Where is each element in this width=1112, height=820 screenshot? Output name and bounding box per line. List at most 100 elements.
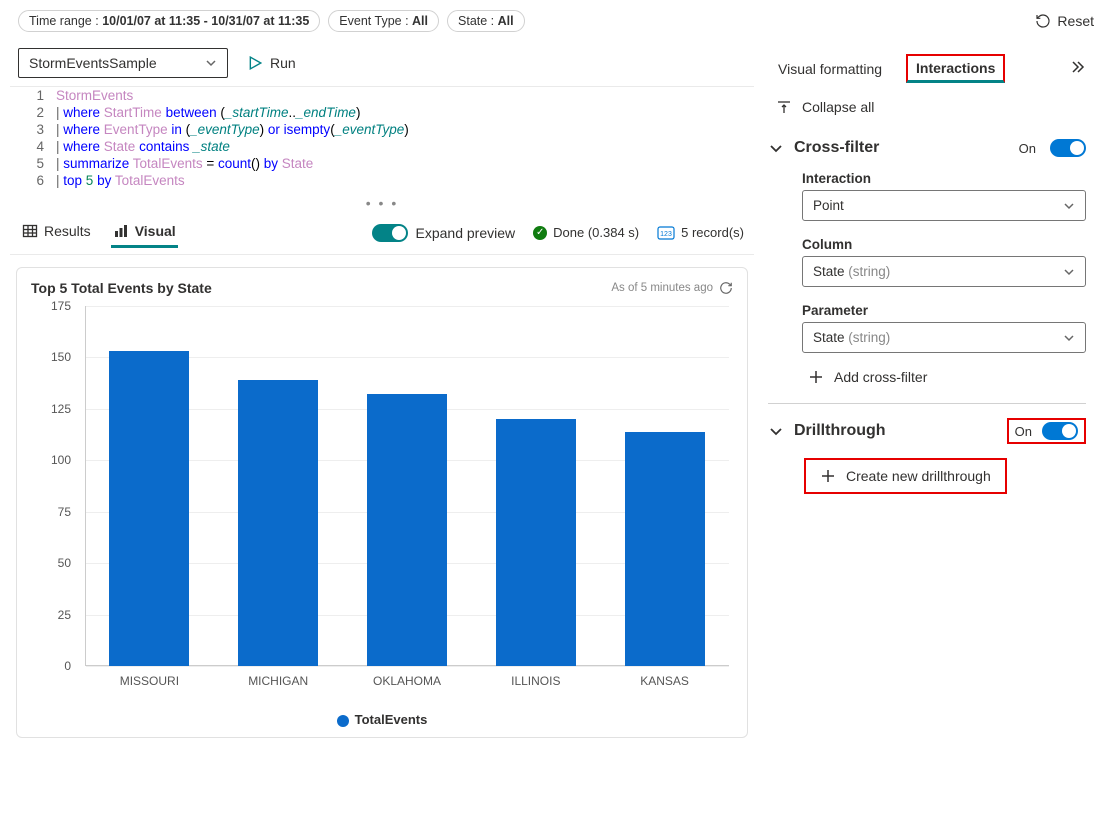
y-tick-label: 175	[51, 299, 71, 313]
records-icon: 123	[657, 226, 675, 240]
collapse-all-label: Collapse all	[802, 99, 874, 115]
time-range-filter[interactable]: Time range : 10/01/07 at 11:35 - 10/31/0…	[18, 10, 320, 32]
event-type-filter[interactable]: Event Type : All	[328, 10, 439, 32]
chart-bar[interactable]	[367, 394, 447, 666]
expand-preview-toggle[interactable]	[372, 224, 408, 242]
divider	[768, 403, 1086, 404]
legend-label: TotalEvents	[355, 712, 428, 727]
chart-bar[interactable]	[109, 351, 189, 666]
chart-bars	[85, 306, 729, 666]
chevron-down-icon	[1063, 266, 1075, 278]
chart-card: Top 5 Total Events by State As of 5 minu…	[16, 267, 748, 738]
resize-handle[interactable]: • • •	[10, 189, 754, 213]
chart-bar[interactable]	[238, 380, 318, 666]
parameter-label: Parameter	[768, 297, 1086, 322]
svg-text:123: 123	[660, 231, 672, 238]
crossfilter-section-header[interactable]: Cross-filter On	[768, 129, 1086, 165]
interaction-dropdown[interactable]: Point	[802, 190, 1086, 221]
status-text: Done (0.384 s)	[553, 225, 639, 240]
line-number: 1	[10, 87, 56, 104]
time-range-label: Time range :	[29, 14, 102, 28]
tab-visual[interactable]: Visual	[111, 217, 178, 248]
scope-dropdown[interactable]: StormEventsSample	[18, 48, 228, 78]
event-type-value: All	[412, 14, 428, 28]
reset-button[interactable]: Reset	[1035, 13, 1094, 29]
run-label: Run	[270, 55, 296, 71]
time-range-value: 10/01/07 at 11:35 - 10/31/07 at 11:35	[102, 14, 309, 28]
add-crossfilter-label: Add cross-filter	[834, 369, 927, 385]
state-filter[interactable]: State : All	[447, 10, 525, 32]
y-axis: 0255075100125150175	[31, 306, 77, 666]
chevron-down-icon	[768, 140, 784, 156]
line-number: 5	[10, 155, 56, 172]
tab-visual-label: Visual	[135, 223, 176, 239]
y-tick-label: 150	[51, 350, 71, 364]
y-tick-label: 50	[58, 556, 71, 570]
parameter-value: State	[813, 330, 848, 345]
chevron-down-icon	[768, 423, 784, 439]
chevron-down-icon	[205, 57, 217, 69]
event-type-label: Event Type :	[339, 14, 412, 28]
line-number: 6	[10, 172, 56, 189]
x-tick-label: KANSAS	[600, 674, 729, 688]
y-tick-label: 25	[58, 608, 71, 622]
y-tick-label: 0	[64, 659, 71, 673]
column-value: State	[813, 264, 848, 279]
chart-bar[interactable]	[496, 419, 576, 666]
drillthrough-toggle[interactable]	[1042, 422, 1078, 440]
interaction-label: Interaction	[768, 165, 1086, 190]
line-number: 4	[10, 138, 56, 155]
x-tick-label: ILLINOIS	[471, 674, 600, 688]
query-editor[interactable]: 1StormEvents 2| where StartTime between …	[10, 86, 754, 189]
plus-icon	[820, 468, 836, 484]
plus-icon	[808, 369, 824, 385]
reset-icon	[1035, 13, 1051, 29]
column-dropdown[interactable]: State (string)	[802, 256, 1086, 287]
drillthrough-on-label: On	[1015, 424, 1032, 439]
y-tick-label: 125	[51, 402, 71, 416]
chevron-double-right-icon	[1070, 59, 1086, 75]
interaction-value: Point	[813, 198, 844, 213]
crossfilter-toggle[interactable]	[1050, 139, 1086, 157]
chart-bar[interactable]	[625, 432, 705, 667]
chevron-down-icon	[1063, 200, 1075, 212]
column-label: Column	[768, 231, 1086, 256]
legend-swatch	[337, 715, 349, 727]
tab-results-label: Results	[44, 223, 91, 239]
state-value: All	[498, 14, 514, 28]
x-tick-label: MICHIGAN	[214, 674, 343, 688]
chart-asof: As of 5 minutes ago	[611, 282, 713, 294]
crossfilter-on-label: On	[1019, 141, 1036, 156]
play-icon	[248, 56, 262, 70]
x-tick-label: OKLAHOMA	[343, 674, 472, 688]
line-number: 3	[10, 121, 56, 138]
table-icon	[22, 223, 38, 239]
drillthrough-section-header[interactable]: Drillthrough On	[768, 408, 1086, 452]
column-type: (string)	[848, 264, 890, 279]
create-drillthrough-button[interactable]: Create new drillthrough	[804, 458, 1007, 494]
tab-results[interactable]: Results	[20, 217, 93, 248]
expand-preview-label: Expand preview	[416, 225, 516, 241]
parameter-dropdown[interactable]: State (string)	[802, 322, 1086, 353]
tab-interactions[interactable]: Interactions	[906, 54, 1005, 83]
record-count-text: 5 record(s)	[681, 225, 744, 240]
chart-icon	[113, 223, 129, 239]
add-crossfilter-button[interactable]: Add cross-filter	[768, 363, 1086, 399]
chevron-down-icon	[1063, 332, 1075, 344]
chart-legend: TotalEvents	[31, 706, 733, 729]
tab-visual-formatting[interactable]: Visual formatting	[776, 57, 884, 81]
line-number: 2	[10, 104, 56, 121]
scope-value: StormEventsSample	[29, 55, 157, 71]
refresh-icon[interactable]	[719, 281, 733, 295]
x-axis: MISSOURIMICHIGANOKLAHOMAILLINOISKANSAS	[85, 674, 729, 688]
chart-title: Top 5 Total Events by State	[31, 280, 611, 296]
reset-label: Reset	[1057, 13, 1094, 29]
record-count: 123 5 record(s)	[657, 225, 744, 240]
run-button[interactable]: Run	[244, 49, 300, 77]
create-drillthrough-label: Create new drillthrough	[846, 468, 991, 484]
expand-panel-button[interactable]	[1070, 59, 1086, 78]
y-tick-label: 100	[51, 453, 71, 467]
collapse-all-button[interactable]: Collapse all	[768, 93, 1086, 129]
query-status: ✓ Done (0.384 s)	[533, 225, 639, 240]
check-icon: ✓	[533, 226, 547, 240]
